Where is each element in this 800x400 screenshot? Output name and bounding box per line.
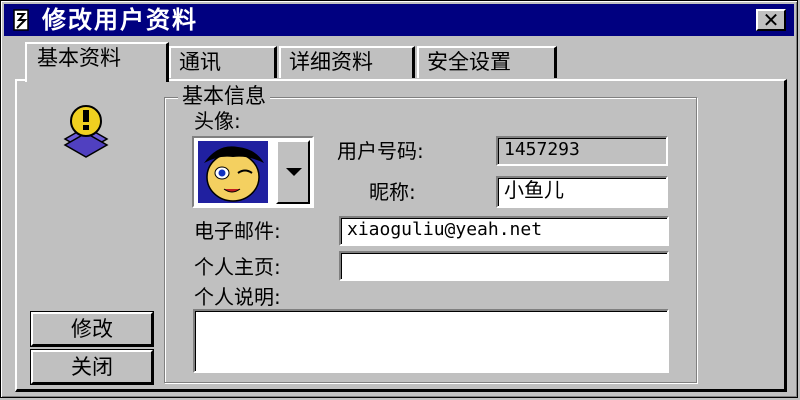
avatar-label: 头像: — [194, 109, 241, 133]
email-label: 电子邮件: — [194, 219, 281, 243]
edit-profile-window: 修改用户资料 ✕ 基本资料 通讯 详细资料 安全设置 基本信息 头像: 用户号码… — [0, 0, 798, 398]
tab-security-settings[interactable]: 安全设置 — [417, 46, 557, 78]
group-title: 基本信息 — [178, 83, 270, 109]
avatar-dropdown-button[interactable] — [276, 140, 310, 204]
avatar-select[interactable] — [192, 136, 314, 208]
user-info-icon — [63, 105, 109, 158]
email-field[interactable]: xiaoguliu@yeah.net — [339, 216, 669, 246]
homepage-field[interactable] — [339, 251, 669, 281]
chevron-down-icon — [286, 168, 302, 176]
close-button[interactable]: 关闭 — [30, 349, 154, 385]
description-label: 个人说明: — [194, 285, 281, 309]
nickname-label: 昵称: — [369, 180, 416, 204]
homepage-label: 个人主页: — [194, 255, 281, 279]
tab-communication[interactable]: 通讯 — [169, 46, 277, 78]
tab-basic-info[interactable]: 基本资料 — [25, 42, 169, 86]
close-icon[interactable]: ✕ — [756, 9, 786, 31]
app-icon — [13, 9, 29, 31]
user-number-field: 1457293 — [496, 136, 668, 166]
user-number-label: 用户号码: — [337, 139, 424, 163]
avatar — [198, 141, 268, 203]
window-title: 修改用户资料 — [42, 6, 198, 34]
description-field[interactable] — [193, 309, 669, 373]
modify-button[interactable]: 修改 — [30, 311, 154, 347]
tab-detailed-info[interactable]: 详细资料 — [279, 46, 415, 78]
nickname-field[interactable]: 小鱼儿 — [496, 176, 668, 208]
title-bar[interactable]: 修改用户资料 ✕ — [4, 4, 794, 36]
